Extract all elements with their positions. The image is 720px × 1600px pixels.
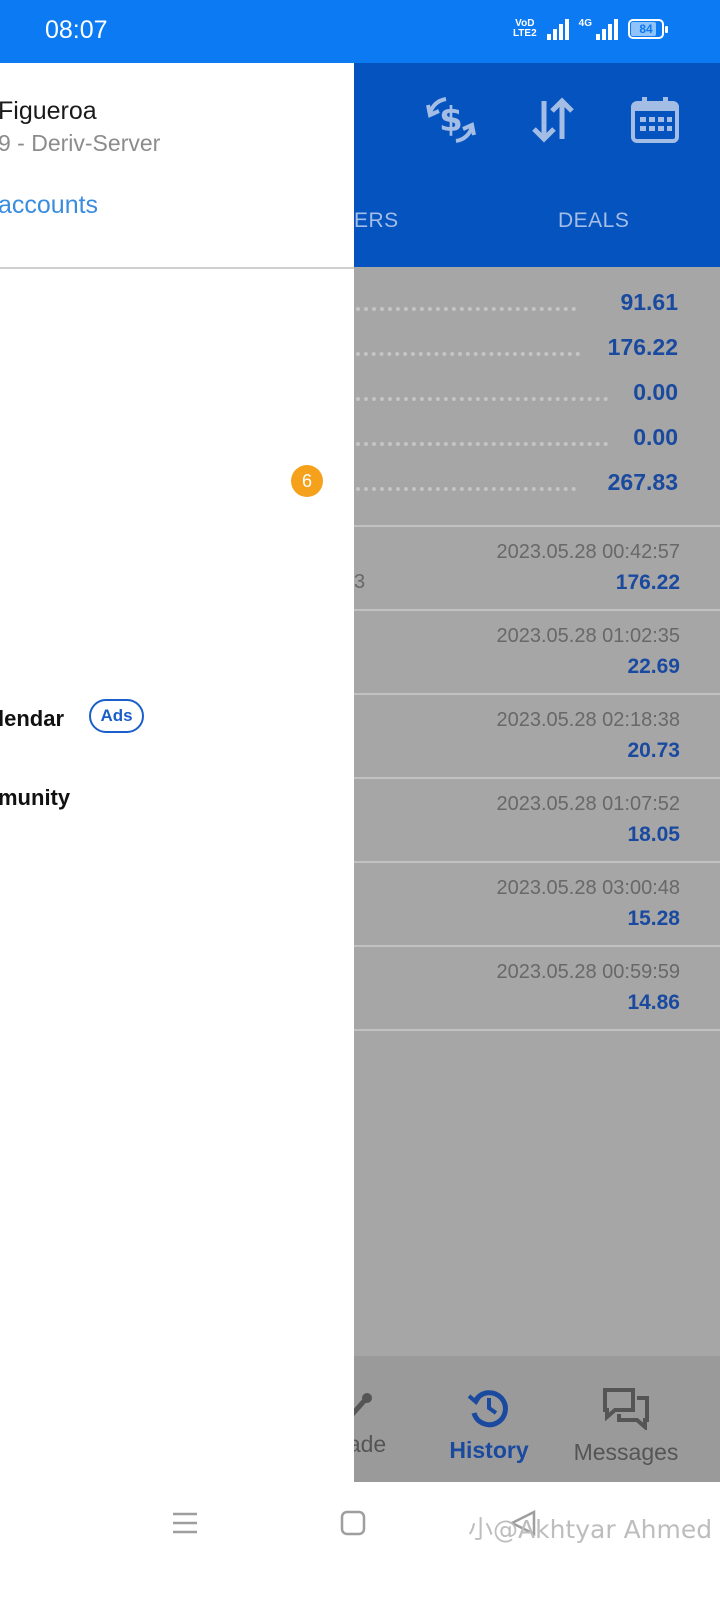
signal-sim2-icon [596,18,618,40]
app-toolbar: $ [354,63,720,171]
home-icon[interactable] [338,1508,368,1538]
deal-row[interactable]: 2023.05.28 00:59:59 14.86 [354,947,720,1031]
deal-row[interactable]: 2023.05.28 01:07:52 18.05 [354,779,720,863]
trade-icon [354,1393,372,1417]
deal-datetime: 2023.05.28 00:59:59 [496,961,680,983]
drawer-divider [0,267,354,269]
deal-datetime: 2023.05.28 02:18:38 [496,709,680,731]
history-icon [467,1390,508,1428]
navigation-drawer: Figueroa 9 - Deriv-Server accounts 6 len… [0,63,354,1482]
deal-row[interactable]: 2023.05.28 03:00:48 15.28 [354,863,720,947]
svg-text:$: $ [439,100,463,140]
summary-row: 0.00 [354,375,720,420]
network-type: 4G [578,18,592,29]
watermark: 小@Akhtyar Ahmed [468,1515,713,1544]
summary-value: 91.61 [620,289,678,315]
deal-row[interactable]: 2023.05.28 01:02:35 22.69 [354,611,720,695]
status-indicators: VoD LTE2 4G 84 [512,18,668,40]
summary-row: 91.61 [354,285,720,330]
history-tabs: ERS DEALS [354,171,720,267]
deal-amount: 176.22 [615,571,680,594]
recents-icon[interactable] [170,1508,200,1538]
sort-arrows-icon[interactable] [526,93,580,147]
tab-orders[interactable]: ERS [354,209,399,233]
deal-datetime: 2023.05.28 00:42:57 [496,541,680,563]
deal-datetime: 2023.05.28 01:07:52 [496,793,680,815]
ads-badge: Ads [89,699,144,733]
mailbox-badge: 6 [291,465,323,497]
summary-row: 176.22 [354,330,720,375]
deal-row[interactable]: 3 2023.05.28 00:42:57 176.22 [354,527,720,611]
deal-amount: 15.28 [627,907,680,930]
deal-row[interactable]: 2023.05.28 02:18:38 20.73 [354,695,720,779]
bottom-nav: ade History Messages [354,1356,720,1482]
summary-value: 267.83 [607,469,678,495]
account-server: 9 - Deriv-Server [0,130,161,156]
deal-amount: 20.73 [627,739,680,762]
summary-value: 0.00 [633,424,678,450]
currency-exchange-icon[interactable]: $ [424,93,478,147]
status-bar: 08:07 VoD LTE2 4G 84 [0,0,720,63]
calendar-icon[interactable] [628,93,682,147]
summary-value: 176.22 [607,334,678,360]
menu-economic-calendar[interactable]: lendar [0,706,64,732]
menu-community[interactable]: munity [0,785,70,811]
summary-row: 0.00 [354,420,720,465]
deal-amount: 18.05 [627,823,680,846]
deal-amount: 14.86 [627,991,680,1014]
summary-value: 0.00 [633,379,678,405]
battery-level: 84 [639,22,653,36]
summary-row: 267.83 [354,465,720,510]
nav-history[interactable]: History [442,1386,536,1464]
nav-trade[interactable]: ade [354,1386,388,1458]
deal-datetime: 2023.05.28 03:00:48 [496,877,680,899]
system-nav-bar: 小@Akhtyar Ahmed [0,1482,720,1600]
account-name: Figueroa [0,97,97,125]
tab-deals[interactable]: DEALS [558,209,629,233]
manage-accounts-link[interactable]: accounts [0,191,98,220]
history-screen: $ ERS DEALS 91.61 176.22 0.00 0.00 267.8… [354,63,720,1482]
deal-amount: 22.69 [627,655,680,678]
nav-messages[interactable]: Messages [568,1386,684,1466]
volte-icon: VoD LTE2 [512,18,537,39]
deal-datetime: 2023.05.28 01:02:35 [496,625,680,647]
signal-sim1-icon [546,18,569,40]
messages-icon [603,1388,649,1432]
battery-icon: 84 [628,19,668,39]
status-time: 08:07 [45,16,108,44]
